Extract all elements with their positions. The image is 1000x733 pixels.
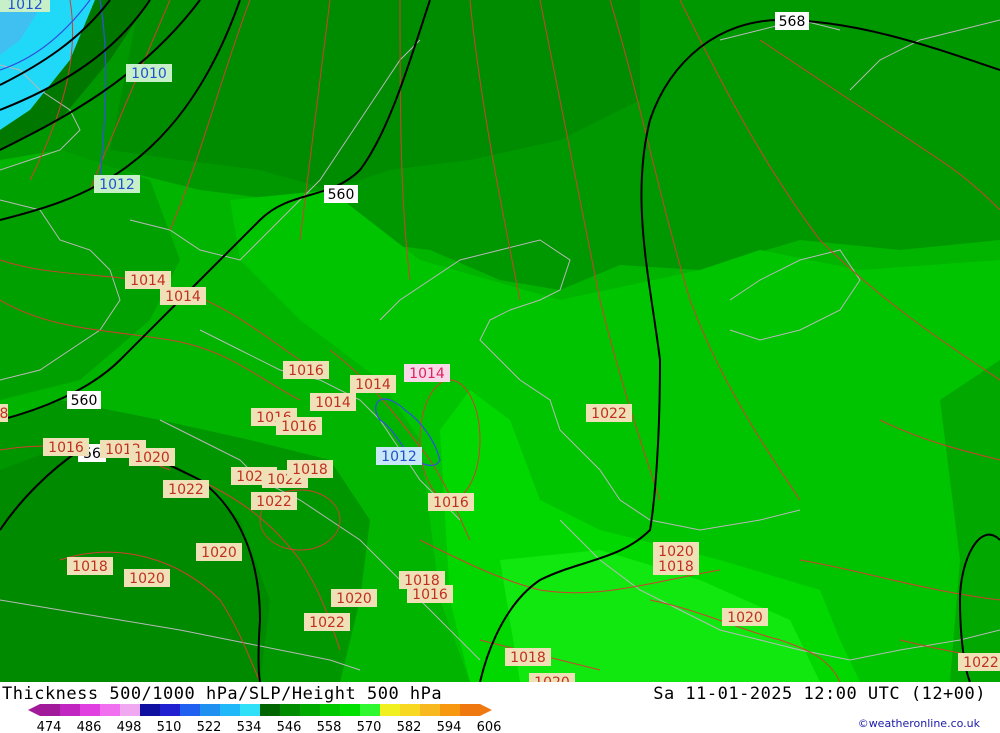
slp-label: 1016 [412,587,448,603]
legend-tick-label: 510 [157,720,182,733]
legend-swatch [460,704,480,716]
legend-tick-label: 570 [357,720,382,733]
slp-label: 1012 [99,177,135,193]
slp-label: 1020 [129,571,165,587]
credit-link[interactable]: ©weatheronline.co.uk [858,717,980,730]
legend-swatch [300,704,320,716]
slp-label: 1020 [727,610,763,626]
color-legend: 474 486 498 510 522 534 546 558 570 582 594 606 [28,704,502,733]
legend-swatch [120,704,140,716]
legend-tick-label: 474 [37,720,62,733]
slp-label: 1020 [336,591,372,607]
legend-swatch [240,704,260,716]
slp-label: 1020 [134,450,170,466]
slp-label: 1014 [165,289,201,305]
map-datetime: Sa 11-01-2025 12:00 UTC (12+00) [653,684,986,704]
slp-label: 1014 [130,273,166,289]
legend-tick-label: 534 [237,720,262,733]
slp-label: 1018 [658,559,694,575]
slp-label: 1018 [292,462,328,478]
slp-label: 1020 [201,545,237,561]
legend-tick-label: 594 [437,720,462,733]
legend-tick-label: 486 [77,720,102,733]
slp-label: 1022 [309,615,345,631]
legend-tick-label: 522 [197,720,222,733]
slp-label: 1022 [256,494,292,510]
legend-swatches [28,704,492,716]
slp-label: 1018 [510,650,546,666]
legend-tick-label: 558 [317,720,342,733]
legend-swatch [160,704,180,716]
slp-label: 8 [0,406,8,422]
legend-ticks: 474 486 498 510 522 534 546 558 570 582 594 606 [37,720,502,733]
height-label-560-b: 560 [71,393,98,409]
legend-swatch [280,704,300,716]
legend-swatch [340,704,360,716]
legend-swatch [60,704,80,716]
legend-swatch [180,704,200,716]
legend-swatch [100,704,120,716]
slp-label: 1010 [131,66,167,82]
legend-swatch [440,704,460,716]
slp-label: 1016 [433,495,469,511]
legend-swatch [260,704,280,716]
legend-tick-label: 606 [477,720,502,733]
slp-label: 1022 [168,482,204,498]
slp-label: 1022 [963,655,999,671]
slp-label: 1014 [409,366,445,382]
legend-swatch [140,704,160,716]
slp-label: 1012 [381,449,417,465]
map-footer: Thickness 500/1000 hPa/SLP/Height 500 hP… [0,682,1000,733]
slp-label: 1014 [315,395,351,411]
legend-tick-label: 498 [117,720,142,733]
legend-swatch [400,704,420,716]
legend-swatch [80,704,100,716]
height-label-568: 568 [779,14,806,30]
slp-label: 1018 [72,559,108,575]
slp-label: 1012 [7,0,43,13]
legend-swatch [40,704,60,716]
slp-label: 1014 [355,377,391,393]
slp-label: 1022 [591,406,627,422]
weather-map: 568 560 560 56 1012 1010 1012 1014 1014 … [0,0,1000,682]
slp-label: 1016 [281,419,317,435]
legend-swatch [200,704,220,716]
legend-swatch [380,704,400,716]
slp-label: 1016 [288,363,324,379]
height-label-560-a: 560 [328,187,355,203]
slp-label: 1020 [534,675,570,682]
legend-swatch [420,704,440,716]
legend-tick-label: 582 [397,720,422,733]
legend-swatch [220,704,240,716]
legend-swatch [320,704,340,716]
legend-tick-label: 546 [277,720,302,733]
legend-arrow-right [480,704,492,716]
legend-swatch [360,704,380,716]
slp-label: 1016 [48,440,84,456]
legend-arrow-left [28,704,40,716]
map-title: Thickness 500/1000 hPa/SLP/Height 500 hP… [2,684,443,704]
